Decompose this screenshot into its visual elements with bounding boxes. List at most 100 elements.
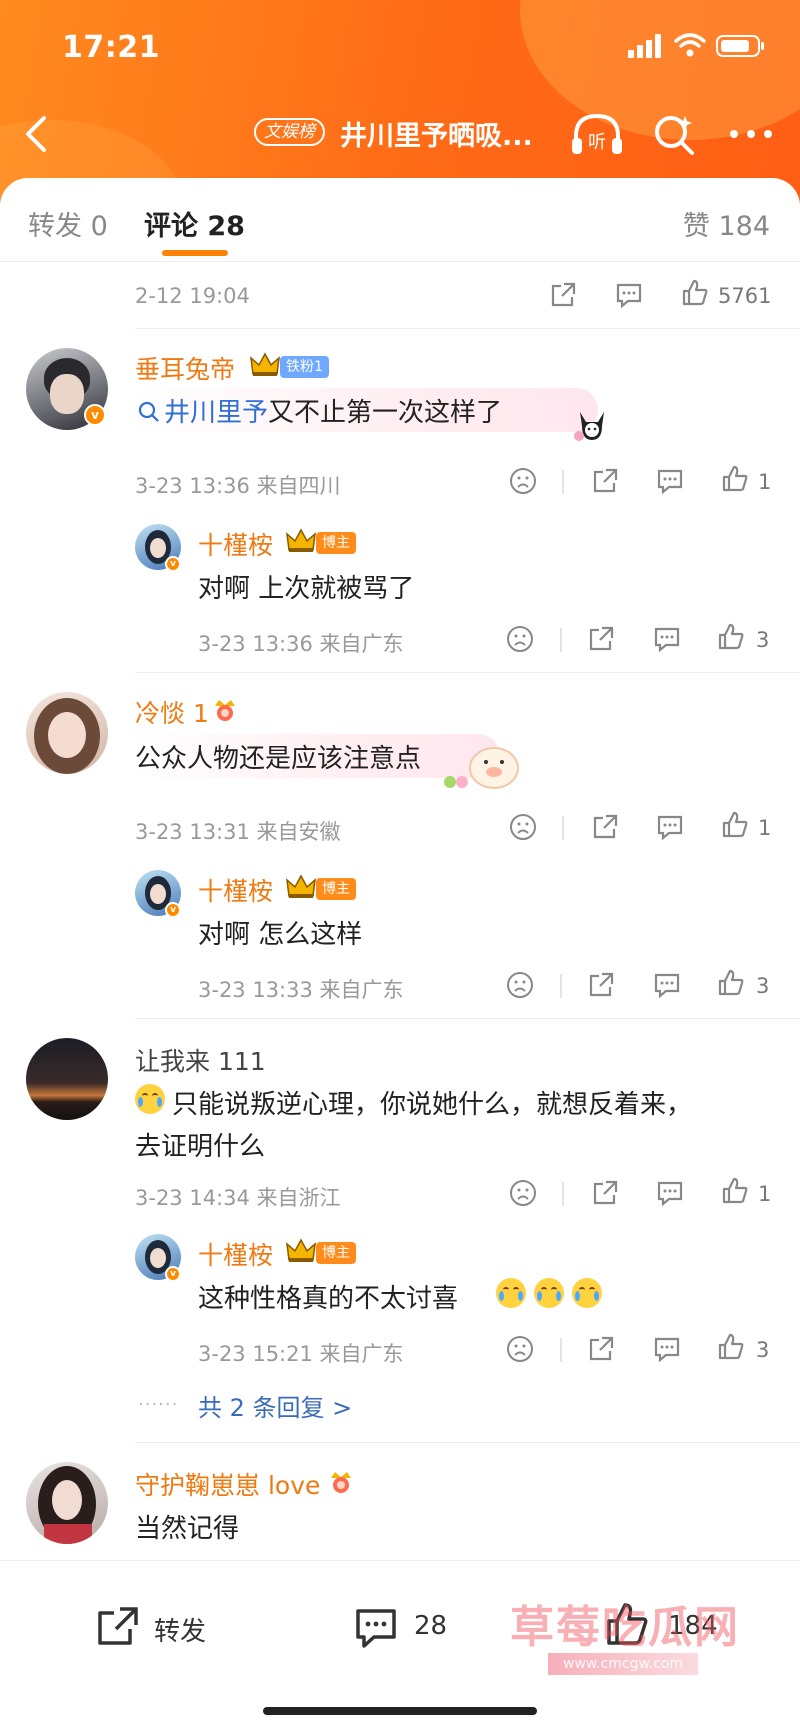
crown-icon [286, 874, 316, 898]
verified-badge: v [165, 1266, 181, 1282]
reply-username[interactable]: 十槿桉 [198, 526, 273, 562]
tab-repost[interactable]: 转发 0 [28, 204, 108, 243]
reply-like-count: 3 [756, 628, 770, 652]
comments-card: 转发 0 评论 28 赞 184 2-12 19:04 5761 v 垂耳兔帝 … [0, 178, 800, 1578]
comment-text: 井川里予又不止第一次这样了 [164, 392, 502, 429]
comment-icon[interactable] [614, 280, 644, 310]
watermark-text: 草莓吃瓜网 [510, 1602, 740, 1653]
separator [560, 1338, 562, 1362]
repost-icon[interactable] [94, 1605, 140, 1649]
headphones-icon[interactable]: 听 [568, 110, 626, 160]
wifi-icon [674, 33, 706, 57]
dislike-face-icon[interactable] [505, 970, 535, 1000]
comment-icon[interactable] [655, 1178, 685, 1208]
tab-likes[interactable]: 赞 184 [683, 204, 770, 243]
reply-meta: 3-23 13:33 来自广东 [198, 978, 404, 1002]
pig-sticker-icon [444, 747, 519, 789]
crying-emoji-icon [572, 1278, 602, 1308]
like-icon[interactable] [716, 968, 746, 998]
tab-comments[interactable]: 评论 28 [144, 204, 245, 243]
like-icon[interactable] [720, 464, 750, 494]
reply-meta: 3-23 15:21 来自广东 [198, 1342, 404, 1366]
comment-text-line2: 去证明什么 [135, 1132, 266, 1162]
divider [135, 672, 800, 673]
comment-count[interactable]: 28 [414, 1611, 447, 1641]
avatar[interactable] [26, 1462, 108, 1544]
search-icon[interactable] [652, 112, 696, 156]
avatar[interactable] [26, 1038, 108, 1120]
repost-button-label[interactable]: 转发 [154, 1611, 206, 1648]
comment-username[interactable]: 垂耳兔帝 [135, 350, 235, 386]
crown-icon [250, 352, 280, 376]
share-icon[interactable] [590, 812, 620, 842]
active-tab-indicator [162, 250, 228, 256]
crown-icon [286, 528, 316, 552]
dislike-face-icon[interactable] [508, 466, 538, 496]
comment-username[interactable]: 让我来 111 [135, 1042, 266, 1078]
host-badge: 博主 [316, 532, 356, 554]
post-like-count: 5761 [718, 284, 772, 308]
separator [560, 628, 562, 652]
comment-username[interactable]: 守护鞠崽崽 love [135, 1466, 320, 1502]
share-icon[interactable] [586, 624, 616, 654]
crying-emoji-icon [534, 1278, 564, 1308]
fan-badge: 铁粉1 [280, 356, 329, 378]
reply-text: 对啊 上次就被骂了 [198, 574, 415, 604]
ranking-tag[interactable]: 文娱榜 [254, 118, 325, 146]
reply-thread-dots: ······ [138, 1394, 179, 1415]
like-icon[interactable] [716, 622, 746, 652]
reply-like-count: 3 [756, 1338, 770, 1362]
comment-icon[interactable] [652, 970, 682, 1000]
comment-icon[interactable] [352, 1605, 400, 1651]
comment-icon[interactable] [655, 466, 685, 496]
topic-link[interactable]: 井川里予 [164, 398, 268, 428]
comment-icon[interactable] [655, 812, 685, 842]
comment-meta: 3-23 13:36 来自四川 [135, 474, 341, 498]
dislike-face-icon[interactable] [505, 1334, 535, 1364]
crown-badge-icon [331, 1472, 351, 1493]
comment-body: 又不止第一次这样了 [268, 398, 503, 428]
share-icon[interactable] [590, 466, 620, 496]
like-icon[interactable] [720, 1176, 750, 1206]
reply-username[interactable]: 十槿桉 [198, 1236, 273, 1272]
back-arrow-icon[interactable] [22, 114, 52, 154]
page-title: 井川里予晒吸... [340, 121, 533, 152]
dislike-face-icon[interactable] [505, 624, 535, 654]
topic-search-icon [138, 401, 159, 422]
kuromi-sticker-icon [574, 412, 604, 441]
comment-text: 公众人物还是应该注意点 [135, 744, 422, 774]
share-icon[interactable] [586, 970, 616, 1000]
comment-text: 当然记得 [135, 1514, 240, 1544]
reply-meta: 3-23 13:36 来自广东 [198, 632, 404, 656]
more-icon[interactable] [728, 122, 774, 146]
post-timestamp: 2-12 19:04 [135, 284, 250, 308]
battery-icon [716, 35, 764, 57]
crying-emoji-icon [135, 1084, 165, 1114]
avatar[interactable] [26, 692, 108, 774]
verified-badge: v [165, 902, 181, 918]
reply-like-count: 3 [756, 974, 770, 998]
watermark-url: www.cmcgw.com [548, 1653, 698, 1675]
dislike-face-icon[interactable] [508, 1178, 538, 1208]
host-badge: 博主 [316, 1242, 356, 1264]
dislike-face-icon[interactable] [508, 812, 538, 842]
divider [135, 328, 800, 329]
crown-badge-icon [215, 700, 235, 721]
comment-username[interactable]: 冷惔 1 [135, 694, 209, 730]
divider [135, 1442, 800, 1443]
separator [560, 974, 562, 998]
crown-icon [286, 1238, 316, 1262]
reply-username[interactable]: 十槿桉 [198, 872, 273, 908]
comment-icon[interactable] [652, 624, 682, 654]
like-icon[interactable] [720, 810, 750, 840]
like-icon[interactable] [716, 1332, 746, 1362]
comment-icon[interactable] [652, 1334, 682, 1364]
share-icon[interactable] [586, 1334, 616, 1364]
share-icon[interactable] [590, 1178, 620, 1208]
comment-meta: 3-23 14:34 来自浙江 [135, 1186, 341, 1210]
share-icon[interactable] [548, 280, 578, 310]
separator [562, 1182, 564, 1206]
view-more-replies-link[interactable]: 共 2 条回复 > [198, 1388, 352, 1423]
like-icon[interactable] [680, 278, 710, 308]
tab-bar: 转发 0 评论 28 赞 184 [0, 178, 800, 262]
